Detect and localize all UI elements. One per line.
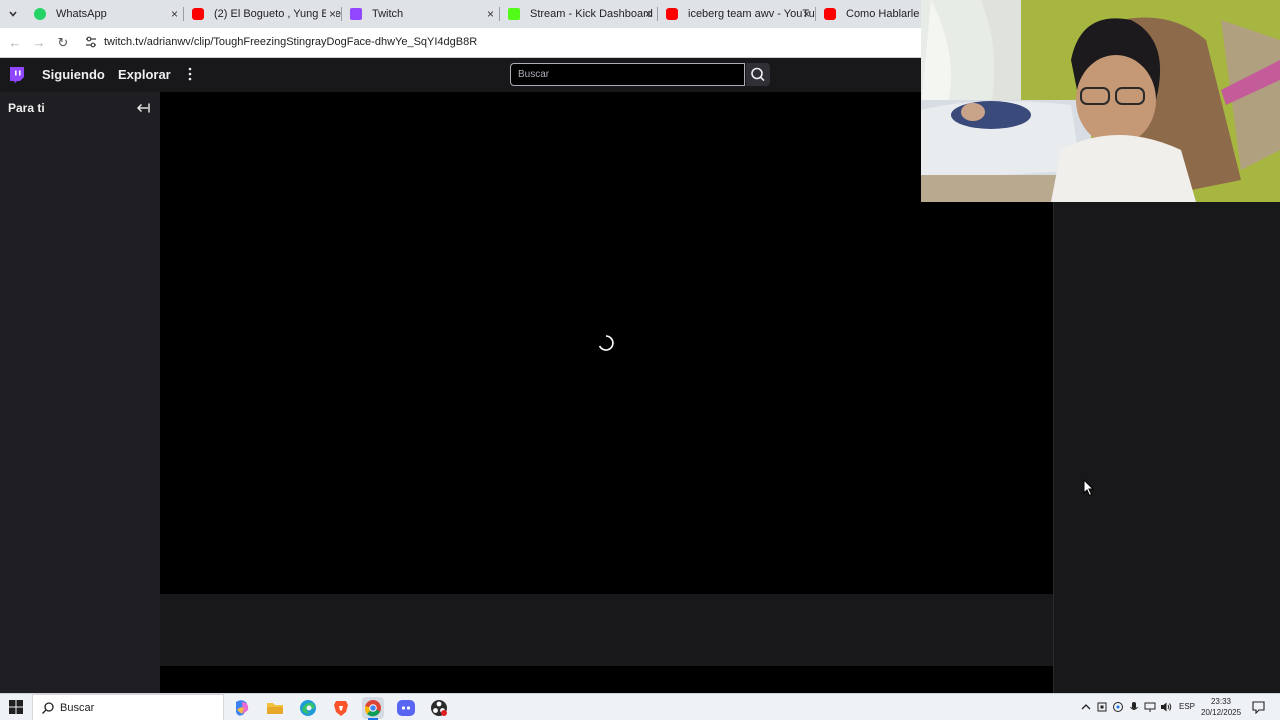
- twitch-icon: [350, 8, 362, 20]
- obs-icon[interactable]: [429, 698, 449, 718]
- clock-date[interactable]: 20/12/2025: [1201, 708, 1241, 717]
- tab-title: Twitch: [372, 8, 404, 20]
- tab-title: (2) El Bogueto , Yung Beef, Cu: [214, 8, 342, 20]
- file-explorer-icon[interactable]: [265, 698, 285, 718]
- taskbar-search-label: Buscar: [60, 702, 95, 714]
- tab-youtube-como-hablarle[interactable]: Como Hablarle a una M: [816, 2, 921, 26]
- tab-whatsapp[interactable]: WhatsApp ×: [26, 2, 184, 26]
- forward-arrow-icon: →: [32, 35, 46, 50]
- tab-youtube-bogueto[interactable]: (2) El Bogueto , Yung Beef, Cu ×: [184, 2, 342, 26]
- tab-title: WhatsApp: [56, 8, 107, 20]
- tab-youtube-iceberg[interactable]: iceberg team awv - YouTube ×: [658, 2, 816, 26]
- nav-explore-link[interactable]: Explorar: [118, 67, 171, 82]
- tray-network-app-icon[interactable]: [1112, 701, 1124, 713]
- webcam-feed-image: [921, 0, 1280, 202]
- url-field[interactable]: twitch.tv/adrianwv/clip/ToughFreezingSti…: [104, 36, 477, 48]
- taskbar-search-box[interactable]: Buscar: [32, 694, 224, 720]
- close-tab-icon[interactable]: ×: [803, 2, 810, 26]
- search-icon: [751, 67, 765, 82]
- microphone-icon[interactable]: [1128, 701, 1140, 713]
- nav-following-link[interactable]: Siguiendo: [42, 67, 105, 82]
- volume-icon[interactable]: [1160, 701, 1172, 713]
- tab-list-button[interactable]: [4, 5, 22, 23]
- back-button[interactable]: ←: [6, 34, 24, 52]
- more-options-icon[interactable]: [186, 66, 194, 82]
- edge-icon[interactable]: [298, 698, 318, 718]
- search-input[interactable]: [510, 63, 745, 86]
- search-icon: [42, 702, 54, 714]
- tab-title: Stream - Kick Dashboard: [530, 8, 653, 20]
- site-settings-icon[interactable]: [84, 35, 98, 49]
- tab-title: iceberg team awv - YouTube: [688, 8, 816, 20]
- forward-button[interactable]: →: [30, 34, 48, 52]
- tab-twitch[interactable]: Twitch ×: [342, 2, 500, 26]
- for-you-heading: Para ti: [8, 101, 45, 115]
- clock-time[interactable]: 23:33: [1201, 697, 1241, 706]
- close-tab-icon[interactable]: ×: [171, 2, 178, 26]
- tray-app-icon[interactable]: [1096, 701, 1108, 713]
- close-tab-icon[interactable]: ×: [645, 2, 652, 26]
- youtube-icon: [666, 8, 678, 20]
- tray-chevron-up-icon[interactable]: [1080, 701, 1092, 713]
- webcam-overlay: [921, 0, 1280, 202]
- youtube-icon: [192, 8, 204, 20]
- youtube-icon: [824, 8, 836, 20]
- kick-icon: [508, 8, 520, 20]
- left-sidebar: Para ti: [0, 92, 160, 693]
- search-button[interactable]: [746, 63, 770, 86]
- whatsapp-icon: [34, 8, 46, 20]
- below-info-area: [160, 666, 1053, 693]
- tab-title: Como Hablarle a una M: [846, 8, 921, 20]
- collapse-sidebar-icon[interactable]: [135, 100, 151, 116]
- chrome-taskbar-button[interactable]: [362, 697, 384, 719]
- back-arrow-icon: ←: [8, 35, 22, 50]
- discord-icon[interactable]: [396, 698, 416, 718]
- twitch-logo-icon[interactable]: [8, 66, 25, 84]
- copilot-icon[interactable]: [232, 698, 252, 718]
- brave-icon[interactable]: [331, 698, 351, 718]
- language-indicator[interactable]: ESP: [1179, 702, 1195, 711]
- loading-spinner-icon: [598, 335, 614, 351]
- reload-icon: ↻: [57, 35, 69, 50]
- network-icon[interactable]: [1144, 701, 1156, 713]
- mouse-cursor-icon: [1083, 479, 1095, 497]
- windows-taskbar: Buscar ESP 23:33 20/12/2025: [0, 693, 1280, 720]
- windows-start-icon[interactable]: [9, 700, 23, 714]
- reload-button[interactable]: ↻: [54, 34, 72, 52]
- tab-kick-dashboard[interactable]: Stream - Kick Dashboard ×: [500, 2, 658, 26]
- clip-info-panel: [160, 594, 1053, 666]
- chrome-icon: [364, 700, 381, 717]
- close-tab-icon[interactable]: ×: [325, 2, 336, 26]
- video-player[interactable]: [160, 92, 1053, 594]
- close-tab-icon[interactable]: ×: [487, 2, 494, 26]
- notifications-icon[interactable]: [1252, 701, 1265, 714]
- chevron-down-icon: [9, 11, 17, 17]
